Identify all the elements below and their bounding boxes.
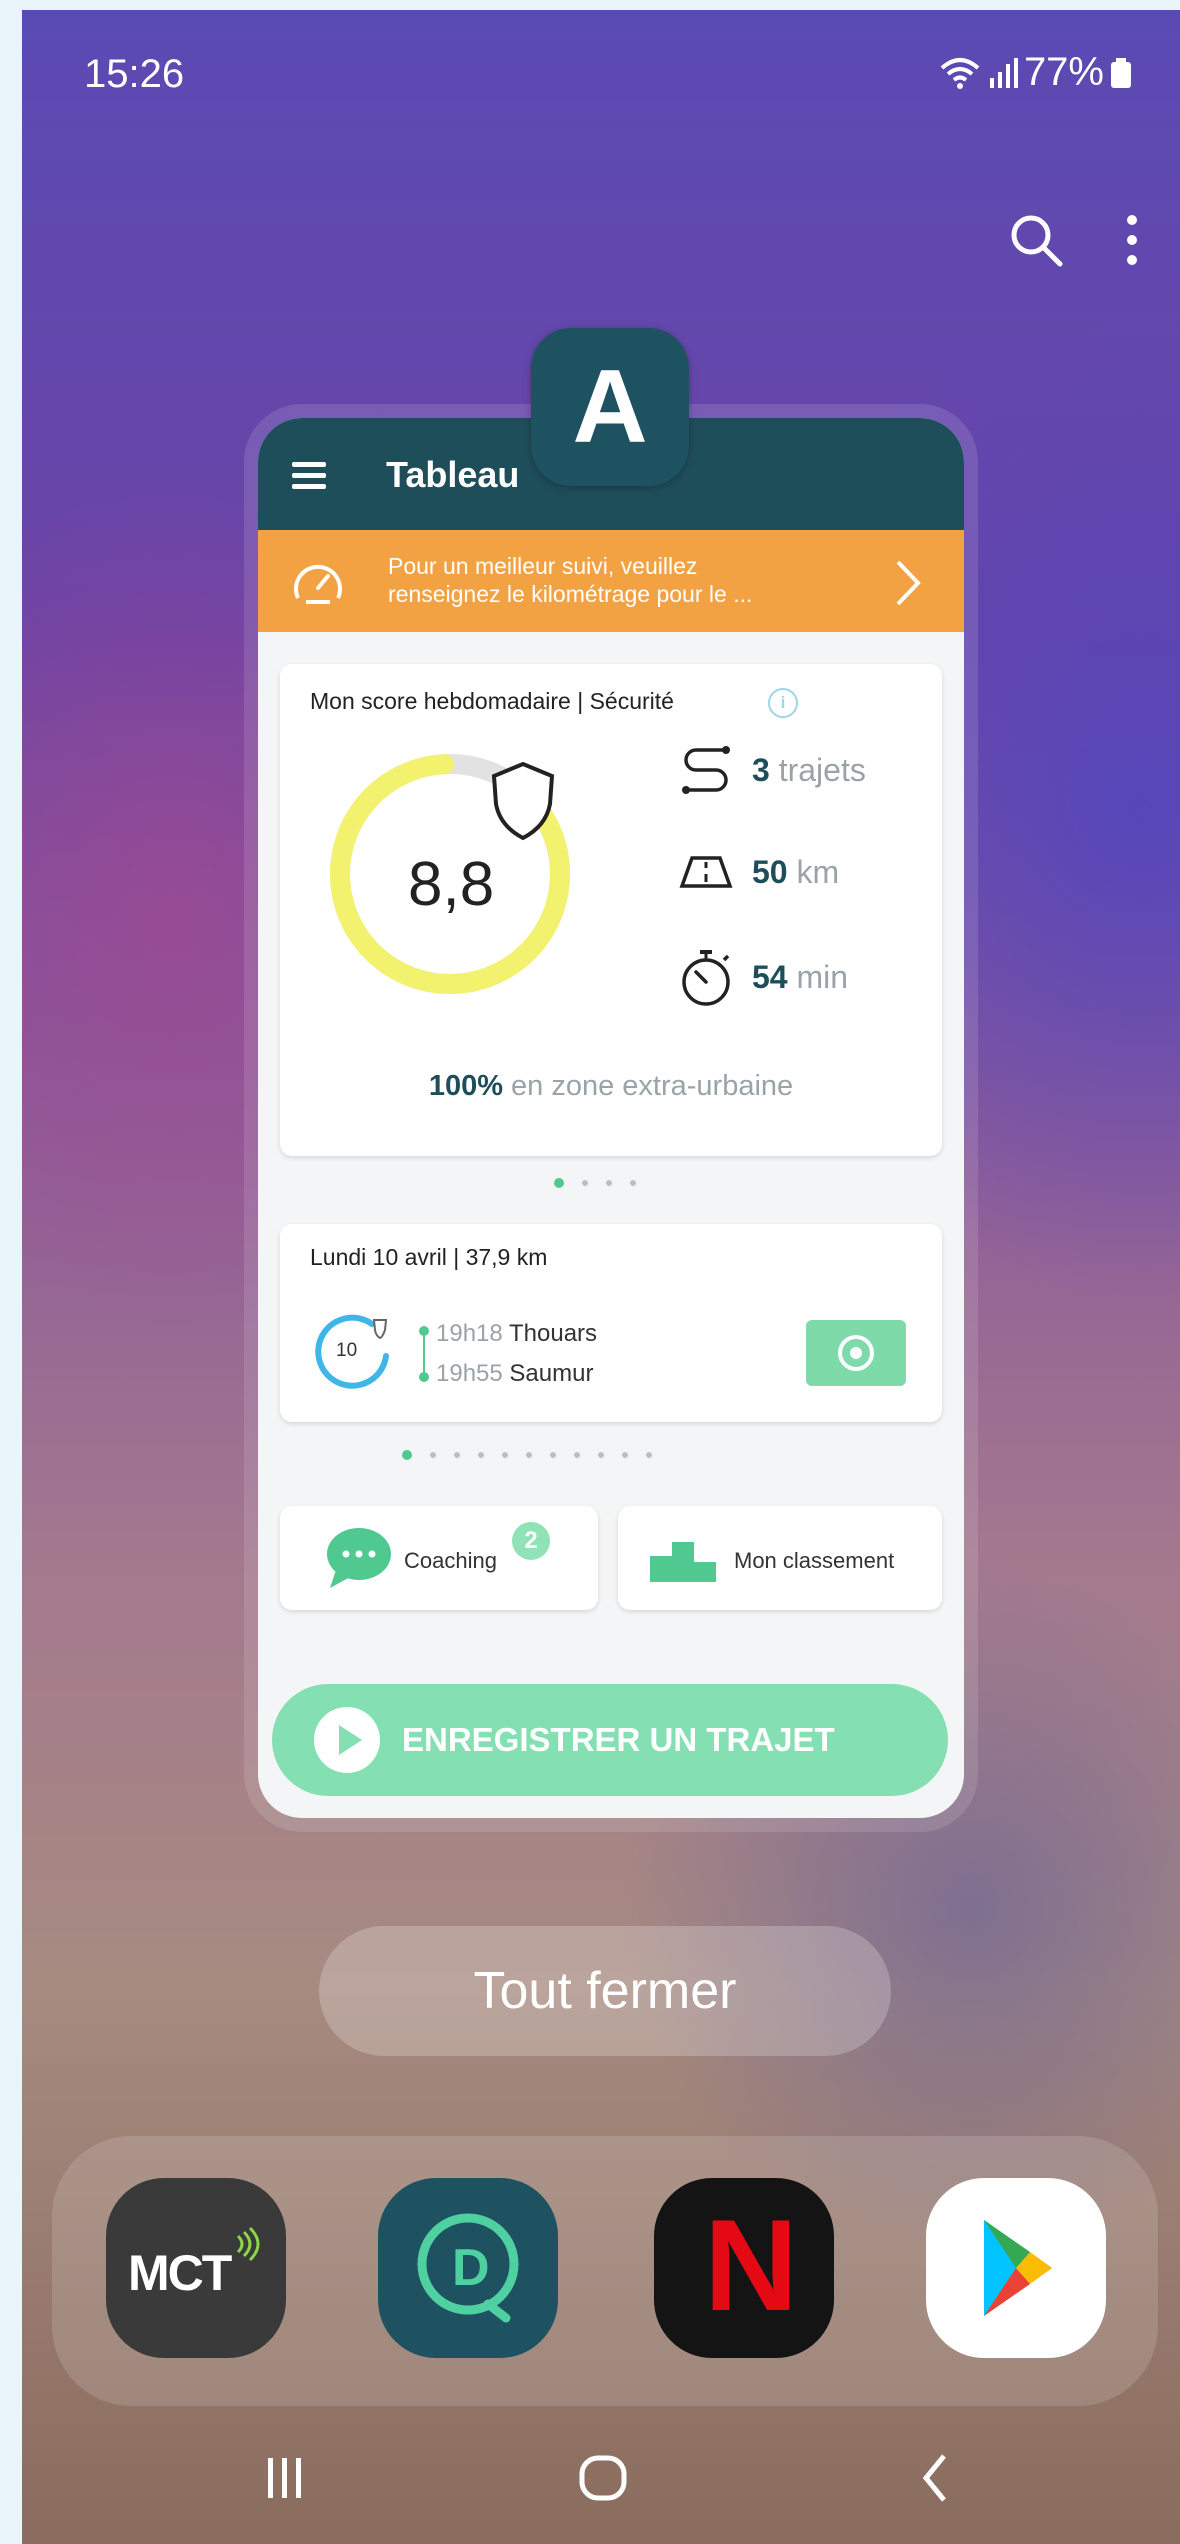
- play-icon: [314, 1707, 380, 1773]
- min-value: 54: [752, 958, 788, 995]
- shield-icon: [491, 761, 555, 841]
- banner-line-2: renseignez le kilométrage pour le ...: [388, 581, 753, 607]
- coaching-badge: 2: [512, 1522, 550, 1560]
- search-icon[interactable]: [1006, 210, 1066, 270]
- score-card-heading: Mon score hebdomadaire | Sécurité: [310, 688, 674, 714]
- coaching-label: Coaching: [404, 1548, 497, 1573]
- status-time: 15:26: [84, 52, 185, 96]
- ranking-label: Mon classement: [734, 1548, 895, 1573]
- record-trip-label: ENREGISTRER UN TRAJET: [402, 1721, 835, 1758]
- battery-percent: 77%: [1023, 50, 1104, 94]
- recents-toolbar: [1006, 210, 1140, 270]
- route-icon: [682, 746, 730, 794]
- ranking-button[interactable]: Mon classement: [618, 1506, 942, 1610]
- end-time: 19h55: [436, 1360, 503, 1387]
- menu-icon[interactable]: [292, 462, 326, 495]
- driving-app-icon[interactable]: D: [378, 2178, 558, 2358]
- mct-app-label: MCT: [128, 2245, 232, 2301]
- chat-bubble-icon: [327, 1528, 391, 1588]
- trip-mini-score: 10: [336, 1340, 358, 1361]
- chevron-right-icon: [896, 560, 921, 606]
- wifi-icon: [940, 57, 980, 89]
- trips-unit: trajets: [778, 751, 866, 788]
- status-bar: 15:26 77%: [22, 10, 1180, 120]
- recent-app-card[interactable]: Tableau Pour un meilleur suivi, veuillez…: [258, 418, 964, 1818]
- weekly-score-card[interactable]: Mon score hebdomadaire | Sécurité i 8,8 …: [280, 664, 942, 1156]
- speedometer-icon: [294, 564, 342, 604]
- eye-icon: [838, 1335, 874, 1371]
- km-value: 50: [752, 853, 788, 890]
- trips-value: 3: [752, 751, 770, 788]
- play-store-icon: [984, 2220, 1052, 2316]
- signal-waves-icon: [236, 2226, 260, 2262]
- mileage-banner[interactable]: Pour un meilleur suivi, veuillez renseig…: [258, 530, 964, 632]
- urban-zone-stat: 100% en zone extra-urbaine: [280, 1070, 942, 1103]
- podium-icon: [650, 1542, 716, 1582]
- signal-icon: [989, 57, 1018, 88]
- battery-icon: [1111, 57, 1131, 88]
- app-icon-badge[interactable]: A: [531, 328, 689, 486]
- close-all-button[interactable]: Tout fermer: [319, 1926, 891, 2056]
- km-unit: km: [796, 853, 840, 890]
- end-place: Saumur: [509, 1360, 594, 1387]
- more-options-icon[interactable]: [1124, 210, 1140, 270]
- trip-end: 19h55 Saumur: [436, 1360, 593, 1388]
- route-line: [419, 1326, 429, 1382]
- metric-distance: 50 km: [678, 844, 839, 900]
- play-store-app-icon[interactable]: [926, 2178, 1106, 2358]
- navigation-bar: [22, 2446, 1180, 2526]
- driving-app-letter: D: [452, 2239, 490, 2297]
- trip-pager-dots: [402, 1450, 652, 1460]
- netflix-logo: N: [704, 2192, 798, 2338]
- start-time: 19h18: [436, 1320, 503, 1347]
- stopwatch-icon: [682, 950, 730, 1006]
- zone-text: en zone extra-urbaine: [511, 1070, 794, 1102]
- min-unit: min: [796, 958, 849, 995]
- recents-nav-icon[interactable]: [254, 2446, 314, 2506]
- trip-card[interactable]: Lundi 10 avril | 37,9 km 10 19h18 Thouar…: [280, 1224, 942, 1422]
- mct-app-icon[interactable]: MCT: [106, 2178, 286, 2358]
- zone-percent: 100%: [428, 1070, 503, 1102]
- trip-start: 19h18 Thouars: [436, 1320, 597, 1348]
- recents-screen: 15:26 77% A Tableau Pour un meilleur sui…: [22, 10, 1180, 2544]
- banner-text: Pour un meilleur suivi, veuillez renseig…: [388, 552, 828, 608]
- home-nav-icon[interactable]: [568, 2446, 638, 2506]
- score-pager-dots: [554, 1178, 636, 1188]
- banner-line-1: Pour un meilleur suivi, veuillez: [388, 553, 698, 579]
- app-header-title: Tableau: [386, 454, 520, 495]
- start-place: Thouars: [508, 1320, 598, 1347]
- metric-trips: 3 trajets: [678, 742, 866, 798]
- metric-duration: 54 min: [678, 946, 848, 1008]
- back-nav-icon[interactable]: [906, 2446, 966, 2506]
- coaching-button[interactable]: Coaching 2: [280, 1506, 598, 1610]
- trip-heading: Lundi 10 avril | 37,9 km: [310, 1244, 548, 1270]
- record-trip-button[interactable]: ENREGISTRER UN TRAJET: [272, 1684, 948, 1796]
- score-value: 8,8: [408, 850, 495, 919]
- status-right: 77%: [938, 50, 1132, 95]
- info-icon[interactable]: i: [768, 688, 798, 718]
- netflix-app-icon[interactable]: N: [654, 2178, 834, 2358]
- road-icon: [679, 856, 733, 888]
- view-trip-button[interactable]: [806, 1320, 906, 1386]
